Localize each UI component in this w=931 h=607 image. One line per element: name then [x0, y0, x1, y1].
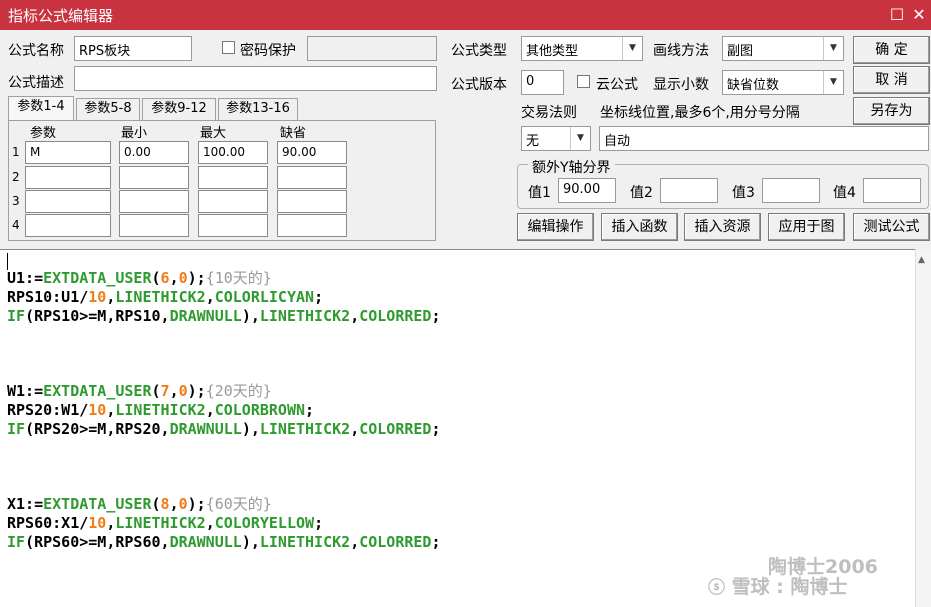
formula-type-value: 其他类型: [526, 44, 579, 59]
grid-header-param: 参数: [30, 126, 57, 141]
text-cursor: [7, 253, 8, 270]
test-formula-button[interactable]: 测试公式: [853, 213, 930, 241]
axis-value3-input[interactable]: [762, 178, 820, 203]
snowball-logo-icon: ⓢ: [708, 578, 725, 598]
param-min-cell[interactable]: 0.00: [119, 141, 189, 164]
row-number: 2: [12, 170, 20, 184]
param-name-cell[interactable]: M: [25, 141, 111, 164]
param-name-cell[interactable]: [25, 214, 111, 237]
decimals-value: 缺省位数: [727, 78, 780, 93]
param-default-cell[interactable]: [277, 214, 347, 237]
formula-desc-input[interactable]: [74, 66, 437, 91]
insert-function-button[interactable]: 插入函数: [601, 213, 678, 241]
editor-scrollbar[interactable]: ▲: [915, 249, 931, 607]
param-min-cell[interactable]: [119, 214, 189, 237]
code-line-w1: W1:=EXTDATA_USER(7,0);{20天的}: [7, 382, 272, 400]
axis-value2-input[interactable]: [660, 178, 718, 203]
maximize-icon[interactable]: ☐: [886, 4, 908, 26]
chevron-down-icon[interactable]: ▼: [823, 71, 843, 94]
formula-version-label: 公式版本: [451, 77, 507, 93]
draw-method-label: 画线方法: [653, 43, 709, 59]
row-number: 3: [12, 194, 20, 208]
param-name-cell[interactable]: [25, 166, 111, 189]
param-name-cell[interactable]: [25, 190, 111, 213]
tab-params-1-4[interactable]: 参数1-4: [8, 96, 74, 120]
param-max-cell[interactable]: 100.00: [198, 141, 268, 164]
param-default-cell[interactable]: [277, 190, 347, 213]
watermark-snowball-text: 雪球 : 陶博士: [731, 576, 848, 598]
param-min-cell[interactable]: [119, 166, 189, 189]
formula-type-select[interactable]: 其他类型 ▼: [521, 36, 643, 61]
password-label: 密码保护: [240, 43, 296, 59]
param-default-cell[interactable]: 90.00: [277, 141, 347, 164]
formula-version-input[interactable]: 0: [521, 70, 564, 95]
code-line-rps20: RPS20:W1/10,LINETHICK2,COLORBROWN;: [7, 401, 315, 419]
window-title: 指标公式编辑器: [8, 7, 114, 25]
formula-type-label: 公式类型: [451, 43, 507, 59]
param-min-cell[interactable]: [119, 190, 189, 213]
grid-header-default: 缺省: [280, 126, 307, 141]
tab-params-5-8[interactable]: 参数5-8: [76, 98, 140, 120]
trade-rule-label: 交易法则: [521, 105, 577, 121]
row-number: 1: [12, 145, 20, 159]
grid-header-min: 最小: [121, 126, 148, 141]
coord-line-input[interactable]: 自动: [599, 126, 929, 151]
trade-rule-value: 无: [526, 134, 540, 149]
edit-operation-button[interactable]: 编辑操作: [517, 213, 594, 241]
code-line-rps10: RPS10:U1/10,LINETHICK2,COLORLICYAN;: [7, 288, 324, 306]
code-line-rps60: RPS60:X1/10,LINETHICK2,COLORYELLOW;: [7, 514, 324, 532]
insert-resource-button[interactable]: 插入资源: [684, 213, 761, 241]
axis-value4-input[interactable]: [863, 178, 921, 203]
scroll-up-icon[interactable]: ▲: [918, 255, 925, 265]
decimals-label: 显示小数: [653, 77, 709, 93]
chevron-down-icon[interactable]: ▼: [570, 127, 590, 150]
grid-header-max: 最大: [200, 126, 227, 141]
row-number: 4: [12, 218, 20, 232]
password-checkbox[interactable]: [222, 41, 235, 54]
code-line-if10: IF(RPS10>=M,RPS10,DRAWNULL),LINETHICK2,C…: [7, 307, 441, 325]
axis-value4-label: 值4: [833, 185, 856, 201]
watermark-snowball: ⓢ 雪球 : 陶博士: [708, 572, 847, 599]
trade-rule-select[interactable]: 无 ▼: [521, 126, 591, 151]
extra-axis-legend: 额外Y轴分界: [528, 157, 615, 177]
axis-value2-label: 值2: [630, 185, 653, 201]
password-input[interactable]: [307, 36, 437, 61]
param-max-cell[interactable]: [198, 166, 268, 189]
save-as-button[interactable]: 另存为: [853, 97, 930, 125]
draw-method-value: 副图: [727, 44, 754, 59]
formula-name-label: 公式名称: [8, 43, 64, 59]
coord-line-label: 坐标线位置,最多6个,用分号分隔: [600, 105, 800, 121]
code-line-if20: IF(RPS20>=M,RPS20,DRAWNULL),LINETHICK2,C…: [7, 420, 441, 438]
cloud-formula-label: 云公式: [596, 77, 638, 93]
code-editor[interactable]: U1:=EXTDATA_USER(6,0);{10天的} RPS10:U1/10…: [0, 249, 915, 607]
draw-method-select[interactable]: 副图 ▼: [722, 36, 844, 61]
param-max-cell[interactable]: [198, 190, 268, 213]
code-line-if60: IF(RPS60>=M,RPS60,DRAWNULL),LINETHICK2,C…: [7, 533, 441, 551]
formula-desc-label: 公式描述: [8, 75, 64, 91]
decimals-select[interactable]: 缺省位数 ▼: [722, 70, 844, 95]
chevron-down-icon[interactable]: ▼: [622, 37, 642, 60]
tab-params-9-12[interactable]: 参数9-12: [142, 98, 216, 120]
code-line-x1: X1:=EXTDATA_USER(8,0);{60天的}: [7, 495, 272, 513]
axis-value3-label: 值3: [732, 185, 755, 201]
axis-value1-label: 值1: [528, 185, 551, 201]
cloud-formula-checkbox[interactable]: [577, 75, 590, 88]
apply-to-chart-button[interactable]: 应用于图: [768, 213, 845, 241]
close-icon[interactable]: ✕: [908, 4, 930, 26]
param-default-cell[interactable]: [277, 166, 347, 189]
axis-value1-input[interactable]: 90.00: [558, 178, 616, 203]
ok-button[interactable]: 确 定: [853, 36, 930, 64]
cancel-button[interactable]: 取 消: [853, 66, 930, 94]
title-bar: 指标公式编辑器 ☐ ✕: [0, 0, 931, 30]
tab-params-13-16[interactable]: 参数13-16: [218, 98, 298, 120]
code-line-u1: U1:=EXTDATA_USER(6,0);{10天的}: [7, 269, 272, 287]
formula-name-input[interactable]: RPS板块: [74, 36, 192, 61]
param-max-cell[interactable]: [198, 214, 268, 237]
chevron-down-icon[interactable]: ▼: [823, 37, 843, 60]
